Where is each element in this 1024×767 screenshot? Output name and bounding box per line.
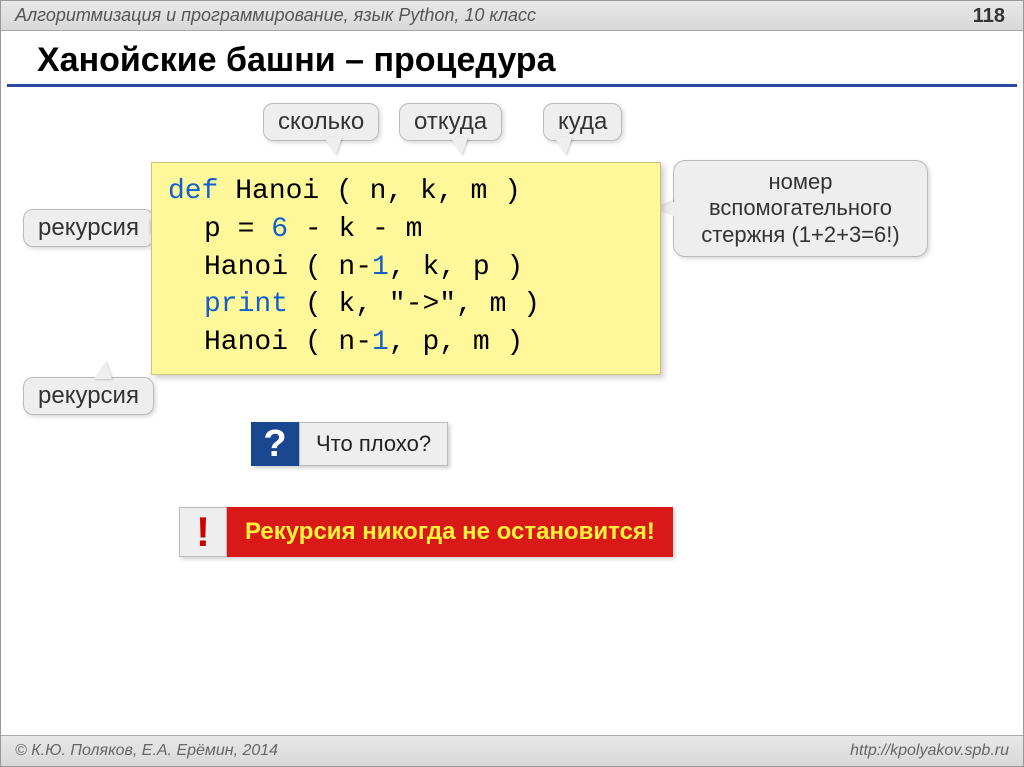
- tail-icon: [450, 137, 468, 155]
- question-mark-icon: ?: [251, 422, 299, 466]
- bubble-aux-rod-text: номер вспомогательного стержня (1+2+3=6!…: [701, 169, 899, 247]
- tail-icon: [324, 137, 342, 155]
- exclamation-icon: !: [179, 507, 227, 557]
- footer-url: http://kpolyakov.spb.ru: [850, 742, 1009, 760]
- subject-text: Алгоритмизация и программирование, язык …: [15, 5, 536, 25]
- code-line-1: def Hanoi ( n, k, m ): [168, 173, 644, 211]
- page-number: 118: [973, 5, 1005, 28]
- keyword-def: def: [168, 176, 218, 207]
- line2a: p =: [204, 214, 271, 245]
- slide-title: Ханойские башни – процедура: [7, 31, 1017, 87]
- bubble-to-text: куда: [558, 108, 607, 135]
- content-area: сколько откуда куда рекурсия рекурсия но…: [1, 87, 1023, 687]
- bubble-recursion-1-text: рекурсия: [38, 214, 139, 241]
- bubble-howmany: сколько: [263, 103, 379, 141]
- code-line-5: Hanoi ( n-1, p, m ): [168, 324, 644, 362]
- bubble-howmany-text: сколько: [278, 108, 364, 135]
- code-block: def Hanoi ( n, k, m ) p = 6 - k - m Hano…: [151, 162, 661, 375]
- bubble-from: откуда: [399, 103, 502, 141]
- tail-icon: [94, 361, 112, 379]
- alert-box: ! Рекурсия никогда не остановится!: [179, 507, 673, 557]
- tail-icon: [554, 137, 572, 155]
- line3b: , k, p ): [389, 252, 523, 283]
- keyword-print: print: [204, 289, 288, 320]
- copyright-text: © К.Ю. Поляков, Е.А. Ерёмин, 2014: [15, 742, 278, 760]
- bubble-from-text: откуда: [414, 108, 487, 135]
- bubble-recursion-2-text: рекурсия: [38, 382, 139, 409]
- line2-num: 6: [271, 214, 288, 245]
- line3-num: 1: [372, 252, 389, 283]
- line5a: Hanoi ( n-: [204, 327, 372, 358]
- footer-bar: © К.Ю. Поляков, Е.А. Ерёмин, 2014 http:/…: [1, 735, 1023, 766]
- question-text: Что плохо?: [299, 422, 448, 466]
- alert-text: Рекурсия никогда не остановится!: [227, 507, 673, 557]
- bubble-recursion-2: рекурсия: [23, 377, 154, 415]
- header-bar: Алгоритмизация и программирование, язык …: [1, 1, 1023, 31]
- line5b: , p, m ): [389, 327, 523, 358]
- bubble-to: куда: [543, 103, 622, 141]
- line3a: Hanoi ( n-: [204, 252, 372, 283]
- line2b: - k - m: [288, 214, 422, 245]
- line4b: ( k, "->", m ): [288, 289, 540, 320]
- bubble-aux-rod: номер вспомогательного стержня (1+2+3=6!…: [673, 160, 928, 257]
- code-line-2: p = 6 - k - m: [168, 211, 644, 249]
- func-head: Hanoi ( n, k, m ): [218, 176, 520, 207]
- code-line-3: Hanoi ( n-1, k, p ): [168, 249, 644, 287]
- line5-num: 1: [372, 327, 389, 358]
- question-box: ? Что плохо?: [251, 422, 448, 466]
- code-line-4: print ( k, "->", m ): [168, 286, 644, 324]
- bubble-recursion-1: рекурсия: [23, 209, 154, 247]
